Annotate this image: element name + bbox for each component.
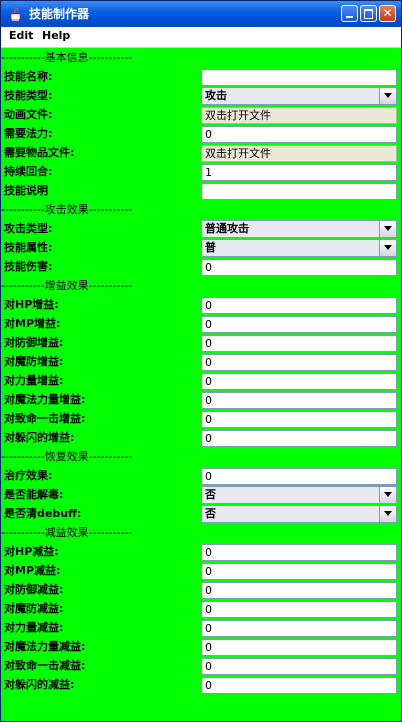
debuff-critical-label: 对致命一击减益:	[4, 659, 86, 672]
skill-type-dropdown-button[interactable]	[379, 88, 396, 104]
skill-type-label: 技能类型:	[4, 89, 53, 102]
skill-maker-window: 技能制作器 ✕ Edit Help -----------基本信息-------…	[0, 0, 402, 722]
window-title: 技能制作器	[29, 7, 90, 21]
buff-defense-input[interactable]	[201, 335, 397, 352]
debuff-critical-input[interactable]	[201, 658, 397, 675]
attack-type-select[interactable]: 普通攻击	[201, 220, 397, 238]
chevron-down-icon	[384, 226, 392, 231]
debuff-defense-label: 对防御减益:	[4, 583, 64, 596]
debuff-magic-power-label: 对魔法力量减益:	[4, 640, 86, 653]
cleanse-debuff-label: 是否清debuff:	[4, 507, 82, 520]
debuff-hp-input[interactable]	[201, 544, 397, 561]
skill-attribute-label: 技能属性:	[4, 241, 53, 254]
debuff-magic-defense-label: 对魔防减益:	[4, 602, 64, 615]
buff-hp-input[interactable]	[201, 297, 397, 314]
skill-type-select[interactable]: 攻击	[201, 87, 397, 105]
buff-dodge-label: 对躲闪的增益:	[4, 431, 75, 444]
heal-effect-label: 治疗效果:	[4, 469, 53, 482]
cleanse-debuff-select[interactable]: 否	[201, 505, 397, 523]
buff-hp-label: 对HP增益:	[4, 298, 59, 311]
section-basic-header: -----------基本信息-----------	[1, 51, 133, 64]
cleanse-debuff-dropdown-button[interactable]	[379, 506, 396, 522]
buff-critical-input[interactable]	[201, 411, 397, 428]
buff-magic-power-input[interactable]	[201, 392, 397, 409]
buff-magic-defense-input[interactable]	[201, 354, 397, 371]
attack-type-value: 普通攻击	[205, 222, 249, 235]
chevron-down-icon	[384, 492, 392, 497]
debuff-mp-input[interactable]	[201, 563, 397, 580]
mana-cost-label: 需要法力:	[4, 127, 53, 140]
debuff-strength-input[interactable]	[201, 620, 397, 637]
skill-name-label: 技能名称:	[4, 70, 53, 83]
section-buff-header: -----------增益效果-----------	[1, 279, 133, 292]
chevron-down-icon	[384, 245, 392, 250]
maximize-button[interactable]	[360, 5, 377, 22]
required-item-field[interactable]: 双击打开文件	[201, 145, 397, 162]
mana-cost-input[interactable]	[201, 126, 397, 143]
skill-attribute-value: 普	[205, 241, 216, 254]
animation-file-field[interactable]: 双击打开文件	[201, 107, 397, 124]
title-bar[interactable]: 技能制作器 ✕	[1, 1, 401, 27]
skill-attribute-select[interactable]: 普	[201, 239, 397, 257]
debuff-magic-power-input[interactable]	[201, 639, 397, 656]
buff-strength-input[interactable]	[201, 373, 397, 390]
minimize-icon	[346, 16, 353, 18]
form-panel: -----------基本信息----------- 技能名称: 技能类型: 攻…	[1, 48, 401, 721]
java-coffee-icon	[10, 6, 21, 21]
debuff-hp-label: 对HP减益:	[4, 545, 59, 558]
debuff-mp-label: 对MP减益:	[4, 564, 61, 577]
buff-strength-label: 对力量增益:	[4, 374, 64, 387]
buff-mp-label: 对MP增益:	[4, 317, 61, 330]
menu-help[interactable]: Help	[42, 29, 70, 43]
close-button[interactable]: ✕	[379, 5, 396, 22]
buff-magic-power-label: 对魔法力量增益:	[4, 393, 86, 406]
buff-dodge-input[interactable]	[201, 430, 397, 447]
buff-mp-input[interactable]	[201, 316, 397, 333]
buff-defense-label: 对防御增益:	[4, 336, 64, 349]
required-item-label: 需要物品文件:	[4, 146, 75, 159]
section-debuff-header: -----------减益效果-----------	[1, 526, 133, 539]
section-attack-header: -----------攻击效果-----------	[1, 203, 133, 216]
skill-type-value: 攻击	[205, 89, 227, 102]
skill-attribute-dropdown-button[interactable]	[379, 240, 396, 256]
detox-select[interactable]: 否	[201, 486, 397, 504]
detox-dropdown-button[interactable]	[379, 487, 396, 503]
debuff-magic-defense-input[interactable]	[201, 601, 397, 618]
menu-edit[interactable]: Edit	[9, 29, 33, 43]
heal-effect-input[interactable]	[201, 468, 397, 485]
menu-bar: Edit Help	[1, 27, 401, 48]
chevron-down-icon	[384, 93, 392, 98]
duration-label: 持续回合:	[4, 165, 53, 178]
debuff-dodge-input[interactable]	[201, 677, 397, 694]
buff-magic-defense-label: 对魔防增益:	[4, 355, 64, 368]
duration-input[interactable]	[201, 164, 397, 181]
description-label: 技能说明	[4, 184, 48, 197]
detox-value: 否	[205, 488, 216, 501]
debuff-dodge-label: 对躲闪的减益:	[4, 678, 75, 691]
skill-damage-label: 技能伤害:	[4, 260, 53, 273]
buff-critical-label: 对致命一击增益:	[4, 412, 86, 425]
attack-type-dropdown-button[interactable]	[379, 221, 396, 237]
cleanse-debuff-value: 否	[205, 507, 216, 520]
skill-damage-input[interactable]	[201, 259, 397, 276]
description-input[interactable]	[201, 183, 397, 200]
close-icon: ✕	[382, 6, 393, 20]
attack-type-label: 攻击类型:	[4, 222, 53, 235]
skill-name-input[interactable]	[201, 69, 397, 86]
debuff-strength-label: 对力量减益:	[4, 621, 64, 634]
section-recovery-header: -----------恢复效果-----------	[1, 450, 133, 463]
debuff-defense-input[interactable]	[201, 582, 397, 599]
chevron-down-icon	[384, 511, 392, 516]
detox-label: 是否能解毒:	[4, 488, 64, 501]
maximize-icon	[364, 9, 373, 19]
animation-file-label: 动画文件:	[4, 108, 53, 121]
minimize-button[interactable]	[341, 5, 358, 22]
